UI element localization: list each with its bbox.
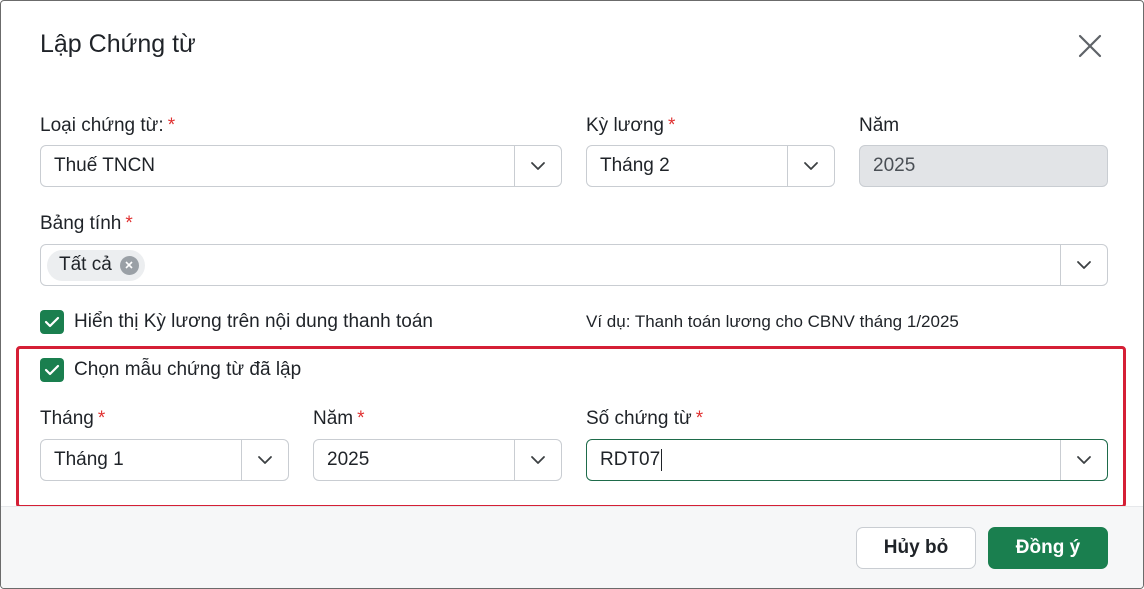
pay-period-select[interactable]: Tháng 2 <box>586 145 835 187</box>
checkbox-checked-icon[interactable] <box>40 310 64 334</box>
template-year-label: Năm * <box>313 408 365 430</box>
spreadsheet-multiselect[interactable]: Tất cả <box>40 244 1108 286</box>
show-period-label: Hiển thị Kỳ lương trên nội dung thanh to… <box>74 311 433 332</box>
show-period-checkbox[interactable]: Hiển thị Kỳ lương trên nội dung thanh to… <box>40 310 433 334</box>
voucher-number-input[interactable]: RDT07 <box>587 448 1060 471</box>
selected-tags: Tất cả <box>41 249 1060 281</box>
chevron-down-icon[interactable] <box>514 146 561 186</box>
tag-label: Tất cả <box>59 254 112 275</box>
voucher-type-label: Loại chứng từ: * <box>40 115 175 137</box>
template-month-label: Tháng * <box>40 408 105 430</box>
required-mark: * <box>695 408 704 429</box>
checkbox-checked-icon[interactable] <box>40 358 64 382</box>
example-text: Ví dụ: Thanh toán lương cho CBNV tháng 1… <box>586 312 959 331</box>
voucher-number-label-text: Số chứng từ <box>586 408 692 429</box>
tag-chip: Tất cả <box>47 249 145 281</box>
voucher-type-select[interactable]: Thuế TNCN <box>40 145 562 187</box>
template-year-value: 2025 <box>327 449 370 470</box>
chevron-down-icon[interactable] <box>1060 440 1107 480</box>
template-month-label-text: Tháng <box>40 408 94 429</box>
voucher-type-label-text: Loại chứng từ: <box>40 115 164 136</box>
template-checkbox[interactable]: Chọn mẫu chứng từ đã lập <box>40 358 301 382</box>
required-mark: * <box>357 408 365 429</box>
spreadsheet-label-text: Bảng tính <box>40 213 122 234</box>
required-mark: * <box>97 408 106 429</box>
required-mark: * <box>125 213 133 234</box>
spreadsheet-label: Bảng tính * <box>40 213 133 235</box>
close-icon[interactable] <box>1075 31 1105 61</box>
cancel-button[interactable]: Hủy bỏ <box>856 527 976 569</box>
template-year-select[interactable]: 2025 <box>313 439 562 481</box>
chevron-down-icon[interactable] <box>241 440 288 480</box>
required-mark: * <box>167 115 176 136</box>
template-year-label-text: Năm <box>313 408 354 429</box>
chevron-down-icon[interactable] <box>787 146 834 186</box>
template-month-value: Tháng 1 <box>54 449 124 470</box>
voucher-number-label: Số chứng từ * <box>586 408 703 430</box>
create-voucher-dialog: Lập Chứng từ Loại chứng từ: * Kỳ lương * N… <box>0 0 1144 589</box>
chevron-down-icon[interactable] <box>514 440 561 480</box>
template-label: Chọn mẫu chứng từ đã lập <box>74 359 302 380</box>
year-field: 2025 <box>859 145 1108 187</box>
voucher-type-value: Thuế TNCN <box>54 155 156 176</box>
dialog-title: Lập Chứng từ <box>40 30 196 58</box>
year-label: Năm <box>859 115 900 136</box>
confirm-button[interactable]: Đồng ý <box>988 527 1108 569</box>
remove-tag-icon[interactable] <box>119 255 139 275</box>
chevron-down-icon[interactable] <box>1060 245 1107 285</box>
voucher-number-value: RDT07 <box>600 449 661 470</box>
template-month-select[interactable]: Tháng 1 <box>40 439 289 481</box>
required-mark: * <box>668 115 676 136</box>
pay-period-label-text: Kỳ lương <box>586 115 664 136</box>
text-caret <box>661 448 663 471</box>
pay-period-value: Tháng 2 <box>600 155 670 176</box>
pay-period-label: Kỳ lương * <box>586 115 675 137</box>
voucher-number-combobox[interactable]: RDT07 <box>586 439 1108 481</box>
